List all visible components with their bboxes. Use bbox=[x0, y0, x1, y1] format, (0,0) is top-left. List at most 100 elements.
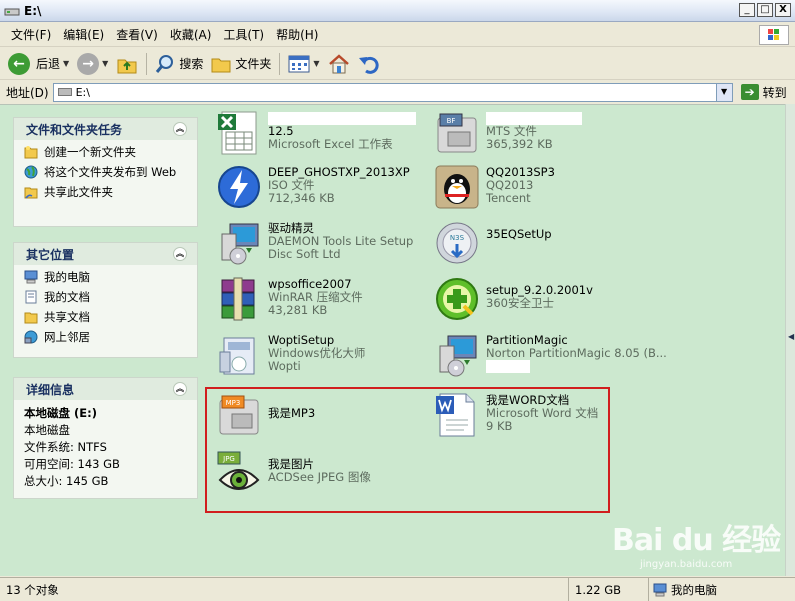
search-label: 搜索 bbox=[179, 57, 204, 71]
up-folder-icon bbox=[117, 59, 137, 73]
maximize-button[interactable]: □ bbox=[757, 3, 773, 17]
address-input[interactable]: E:\ ▼ bbox=[52, 82, 733, 102]
menu-favorites[interactable]: 收藏(A) bbox=[165, 26, 217, 43]
address-dropdown-button[interactable]: ▼ bbox=[715, 83, 732, 101]
details-panel-header[interactable]: 详细信息 ︽ bbox=[14, 378, 197, 400]
winrar-archive-icon bbox=[216, 276, 264, 324]
tasks-panel-header[interactable]: 文件和文件夹任务 ︽ bbox=[14, 118, 197, 140]
status-location-label: 我的电脑 bbox=[671, 582, 717, 597]
back-button[interactable]: ← 后退 ▼ bbox=[4, 51, 73, 77]
task-new-folder-label: 创建一个新文件夹 bbox=[44, 145, 136, 159]
tasks-panel-title: 文件和文件夹任务 bbox=[26, 122, 123, 137]
close-button[interactable]: X bbox=[775, 3, 791, 17]
baidu-watermark: Bai du 经验 jingyan.baidu.com bbox=[612, 515, 781, 570]
up-folder-button[interactable] bbox=[112, 51, 142, 77]
address-label: 地址(D) bbox=[6, 85, 49, 100]
file-text: 35EQSetUp bbox=[486, 220, 552, 241]
file-item-excel[interactable]: 12.5 Microsoft Excel 工作表 bbox=[216, 110, 416, 158]
menu-help[interactable]: 帮助(H) bbox=[271, 26, 323, 43]
file-item-360[interactable]: setup_9.2.0.2001v 360安全卫士 bbox=[434, 276, 593, 324]
file-item-partitionmagic[interactable]: PartitionMagic Norton PartitionMagic 8.0… bbox=[434, 332, 667, 380]
file-item-35eq[interactable]: N3S 35EQSetUp bbox=[434, 220, 552, 268]
undo-icon bbox=[358, 56, 379, 74]
menu-edit[interactable]: 编辑(E) bbox=[58, 26, 109, 43]
collapse-icon[interactable]: ︽ bbox=[173, 382, 187, 396]
folders-button[interactable]: 文件夹 bbox=[207, 51, 275, 77]
file-item-mts[interactable]: BF MTS 文件 365,392 KB bbox=[434, 110, 582, 158]
menu-tools[interactable]: 工具(T) bbox=[218, 26, 269, 43]
places-panel-header[interactable]: 其它位置 ︽ bbox=[14, 243, 197, 265]
file-item-wps[interactable]: wpsoffice2007 WinRAR 压缩文件 43,281 KB bbox=[216, 276, 363, 324]
forward-arrow-icon: → bbox=[77, 52, 100, 75]
file-type: 360安全卫士 bbox=[486, 296, 554, 310]
undo-button[interactable] bbox=[354, 51, 384, 77]
n3s-badge-text: N3S bbox=[450, 234, 465, 242]
go-button[interactable]: ➔ 转到 bbox=[740, 84, 787, 101]
file-item-iso[interactable]: DEEP_GHOSTXP_2013XP ISO 文件 712,346 KB bbox=[216, 164, 410, 212]
menu-view[interactable]: 查看(V) bbox=[111, 26, 163, 43]
file-text: WoptiSetup Windows优化大师 Wopti bbox=[268, 332, 365, 373]
place-shared-documents[interactable]: 共享文档 bbox=[24, 310, 187, 324]
computer-icon bbox=[24, 270, 38, 284]
place-my-documents[interactable]: 我的文档 bbox=[24, 290, 187, 304]
drive-icon bbox=[57, 88, 72, 96]
file-size: 365,392 KB bbox=[486, 137, 553, 151]
chevron-left-icon: ◀ bbox=[788, 332, 795, 341]
file-type: Microsoft Excel 工作表 bbox=[268, 137, 393, 151]
status-size: 1.22 GB bbox=[569, 578, 649, 601]
place-my-computer[interactable]: 我的电脑 bbox=[24, 270, 187, 284]
excel-file-icon bbox=[216, 110, 264, 158]
file-item-qq[interactable]: QQ2013SP3 QQ2013 Tencent bbox=[434, 164, 555, 212]
status-bar: 13 个对象 1.22 GB 我的电脑 bbox=[0, 577, 795, 601]
file-text: QQ2013SP3 QQ2013 Tencent bbox=[486, 164, 555, 205]
places-panel: 其它位置 ︽ 我的电脑 我的文档 共享文档 网上邻居 bbox=[13, 242, 198, 358]
minimize-button[interactable]: _ bbox=[739, 3, 755, 17]
home-icon bbox=[328, 53, 349, 73]
task-publish-web[interactable]: 将这个文件夹发布到 Web bbox=[24, 165, 187, 179]
details-total-size: 总大小: 145 GB bbox=[24, 474, 109, 488]
new-folder-icon bbox=[24, 146, 38, 159]
back-arrow-icon: ← bbox=[8, 52, 30, 75]
360-security-icon bbox=[434, 276, 482, 324]
menu-file[interactable]: 文件(F) bbox=[6, 26, 56, 43]
task-new-folder[interactable]: 创建一个新文件夹 bbox=[24, 145, 187, 159]
file-item-driver-genius[interactable]: 驱动精灵 DAEMON Tools Lite Setup Disc Soft L… bbox=[216, 220, 413, 268]
collapse-icon[interactable]: ︽ bbox=[173, 122, 187, 136]
task-share-folder[interactable]: 共享此文件夹 bbox=[24, 185, 187, 199]
go-label: 转到 bbox=[762, 85, 787, 100]
highlight-box bbox=[205, 387, 610, 513]
file-item-wopti[interactable]: WoptiSetup Windows优化大师 Wopti bbox=[216, 332, 365, 380]
status-location: 我的电脑 bbox=[649, 582, 795, 598]
file-text: PartitionMagic Norton PartitionMagic 8.0… bbox=[486, 332, 667, 373]
details-drive-type: 本地磁盘 bbox=[24, 423, 70, 437]
drive-icon bbox=[4, 8, 20, 15]
file-text: 驱动精灵 DAEMON Tools Lite Setup Disc Soft L… bbox=[268, 220, 413, 261]
details-drive-name: 本地磁盘 (E:) bbox=[24, 406, 97, 420]
setup-installer-icon bbox=[216, 220, 264, 268]
search-button[interactable]: 搜索 bbox=[151, 51, 207, 77]
mts-video-icon: BF bbox=[434, 110, 482, 158]
collapse-icon[interactable]: ︽ bbox=[173, 247, 187, 261]
tasks-panel: 文件和文件夹任务 ︽ 创建一个新文件夹 将这个文件夹发布到 Web 共享此文件夹 bbox=[13, 117, 198, 227]
mts-badge-text: BF bbox=[447, 117, 456, 125]
chevron-down-icon: ▼ bbox=[63, 59, 70, 68]
computer-icon bbox=[653, 583, 667, 596]
folder-icon bbox=[24, 312, 38, 324]
home-button[interactable] bbox=[324, 51, 354, 77]
scrollbar[interactable]: ◀ bbox=[785, 104, 795, 576]
file-company: Tencent bbox=[486, 191, 531, 205]
file-type: Norton PartitionMagic 8.05 (B... bbox=[486, 346, 667, 360]
watermark-url: jingyan.baidu.com bbox=[640, 559, 733, 570]
globe-icon bbox=[24, 165, 38, 179]
forward-button[interactable]: → ▼ bbox=[73, 51, 112, 77]
window-title: E:\ bbox=[24, 3, 42, 18]
search-icon bbox=[156, 54, 174, 73]
network-icon bbox=[24, 330, 38, 344]
file-text: MTS 文件 365,392 KB bbox=[486, 110, 582, 151]
place-network[interactable]: 网上邻居 bbox=[24, 330, 187, 344]
file-name: 35EQSetUp bbox=[486, 227, 552, 241]
views-button[interactable]: ▼ bbox=[284, 51, 323, 77]
menu-bar: 文件(F) 编辑(E) 查看(V) 收藏(A) 工具(T) 帮助(H) bbox=[0, 23, 795, 47]
task-publish-web-label: 将这个文件夹发布到 Web bbox=[44, 165, 177, 179]
toolbar-divider bbox=[279, 52, 281, 75]
